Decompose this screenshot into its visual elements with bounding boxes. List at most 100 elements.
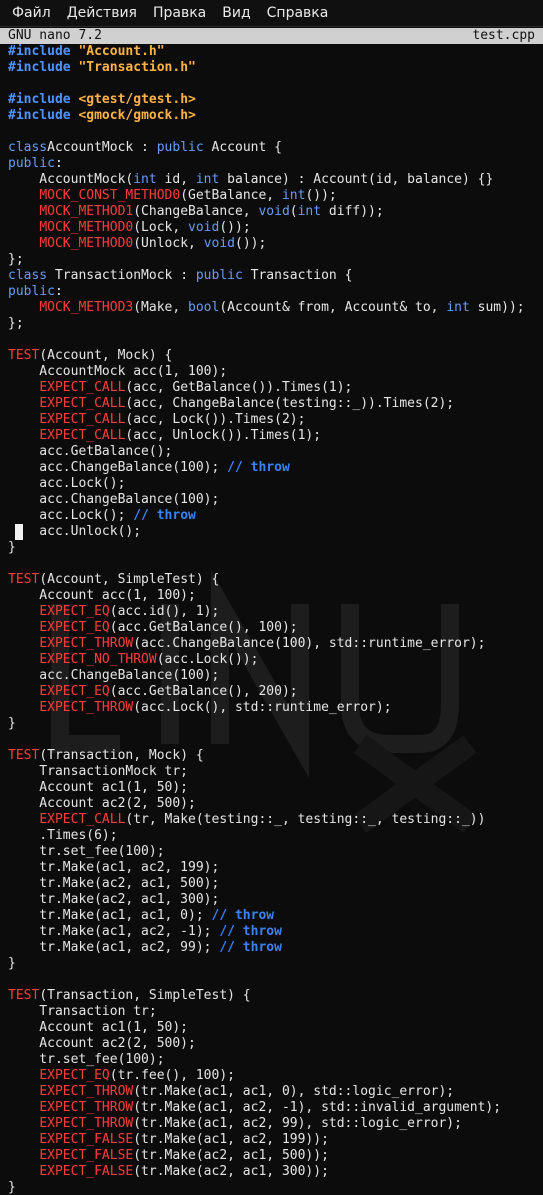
- editor-area[interactable]: #include "Account.h" #include "Transactio…: [0, 44, 543, 1195]
- code-token: (Transaction, SimpleTest) {: [39, 988, 251, 1003]
- code-token: void: [203, 236, 235, 251]
- code-line: #include <gmock/gmock.h>: [8, 108, 525, 124]
- code-token: AccountMock acc(1, 100);: [8, 364, 228, 379]
- code-line: EXPECT_THROW(tr.Make(ac1, ac1, 0), std::…: [8, 1084, 525, 1100]
- code-token: acc.Unlock();: [8, 524, 142, 539]
- editor-version: GNU nano 7.2: [8, 28, 102, 43]
- code-token: EXPECT_EQ: [39, 604, 110, 619]
- code-token: EXPECT_CALL: [39, 380, 126, 395]
- code-token: // throw: [211, 908, 275, 923]
- code-line: };: [8, 252, 525, 268]
- code-token: MOCK_METHOD0: [39, 220, 134, 235]
- code-token: (: [289, 204, 298, 219]
- menu-actions[interactable]: Действия: [59, 2, 145, 24]
- code-token: }: [8, 1180, 16, 1195]
- code-token: acc.Lock();: [8, 476, 126, 491]
- code-token: (Lock,: [133, 220, 189, 235]
- code-line: Account ac1(1, 50);: [8, 1020, 525, 1036]
- code-token: EXPECT_THROW: [39, 1084, 134, 1099]
- code-token: EXPECT_EQ: [39, 1068, 110, 1083]
- code-line: EXPECT_CALL(acc, ChangeBalance(testing::…: [8, 396, 525, 412]
- code-token: (ChangeBalance,: [133, 204, 259, 219]
- menu-help[interactable]: Справка: [259, 2, 337, 24]
- code-token: Account ac1(1, 50);: [8, 1020, 189, 1035]
- code-token: EXPECT_CALL: [39, 812, 126, 827]
- code-line: EXPECT_FALSE(tr.Make(ac1, ac2, 199));: [8, 1132, 525, 1148]
- code-token: #include: [8, 60, 79, 75]
- code-token: EXPECT_CALL: [39, 428, 126, 443]
- code-line: EXPECT_CALL(acc, Lock()).Times(2);: [8, 412, 525, 428]
- code-token: EXPECT_CALL: [39, 412, 126, 427]
- code-token: (tr.Make(ac1, ac1, 0), std::logic_error)…: [133, 1084, 455, 1099]
- code-line: tr.Make(ac1, ac2, 199);: [8, 860, 525, 876]
- code-token: // throw: [219, 924, 282, 939]
- code-token: :: [54, 156, 63, 171]
- code-token: (acc, Unlock()).Times(1);: [125, 428, 322, 443]
- code-token: // throw: [219, 940, 282, 955]
- code-line: EXPECT_EQ(acc.GetBalance(), 200);: [8, 684, 525, 700]
- code-line: acc.Lock();: [8, 476, 525, 492]
- code-token: :: [54, 284, 63, 299]
- code-token: .Times(6);: [8, 828, 118, 843]
- code-token: void: [258, 204, 290, 219]
- code-line: public:: [8, 284, 525, 300]
- code-token: acc.Lock();: [8, 508, 134, 523]
- code-token: tr.Make(ac1, ac1, 0);: [8, 908, 212, 923]
- code-token: (tr.Make(ac2, ac1, 300));: [133, 1164, 329, 1179]
- code-token: (Unlock,: [133, 236, 204, 251]
- code-token: (tr.Make(ac1, ac2, 199));: [133, 1132, 329, 1147]
- code-token: TEST: [8, 748, 40, 763]
- code-token: (Account, Mock) {: [39, 348, 173, 363]
- code-token: tr.set_fee(100);: [8, 844, 165, 859]
- code-line: #include "Account.h": [8, 44, 525, 60]
- code-line: MOCK_METHOD0(Unlock, void());: [8, 236, 525, 252]
- code-token: EXPECT_FALSE: [39, 1132, 134, 1147]
- code-line: acc.ChangeBalance(100);: [8, 492, 525, 508]
- code-token: Account acc(1, 100);: [8, 588, 196, 603]
- code-token: "Account.h": [78, 44, 165, 59]
- code-token: (Account, SimpleTest) {: [39, 572, 220, 587]
- code-token: MOCK_METHOD0: [39, 236, 134, 251]
- code-line: MOCK_METHOD1(ChangeBalance, void(int dif…: [8, 204, 525, 220]
- code-line: AccountMock(int id, int balance) : Accou…: [8, 172, 525, 188]
- code-line: tr.Make(ac2, ac1, 300);: [8, 892, 525, 908]
- code-token: int: [281, 188, 306, 203]
- code-token: "Transaction.h": [78, 60, 196, 75]
- code-token: <gtest/gtest.h>: [78, 92, 196, 107]
- code-token: EXPECT_FALSE: [39, 1148, 134, 1163]
- code-token: public: [8, 284, 55, 299]
- code-line: acc.ChangeBalance(100); // throw: [8, 460, 525, 476]
- code-line: acc.Unlock();: [8, 524, 525, 540]
- code-token: tr.set_fee(100);: [8, 1052, 165, 1067]
- menu-view[interactable]: Вид: [214, 2, 258, 24]
- code-token: (acc, ChangeBalance(testing::_)).Times(2…: [125, 396, 455, 411]
- code-line: Account ac2(2, 500);: [8, 796, 525, 812]
- code-line: tr.Make(ac1, ac2, 99); // throw: [8, 940, 525, 956]
- file-name: test.cpp: [472, 28, 535, 43]
- code-token: Account ac2(2, 500);: [8, 1036, 196, 1051]
- code-token: int: [133, 172, 157, 187]
- menu-file[interactable]: Файл: [4, 2, 59, 24]
- code-token: // throw: [133, 508, 196, 523]
- code-line: #include <gtest/gtest.h>: [8, 92, 525, 108]
- code-token: (acc, GetBalance()).Times(1);: [125, 380, 353, 395]
- code-line: TransactionMock tr;: [8, 764, 525, 780]
- menu-edit[interactable]: Правка: [145, 2, 214, 24]
